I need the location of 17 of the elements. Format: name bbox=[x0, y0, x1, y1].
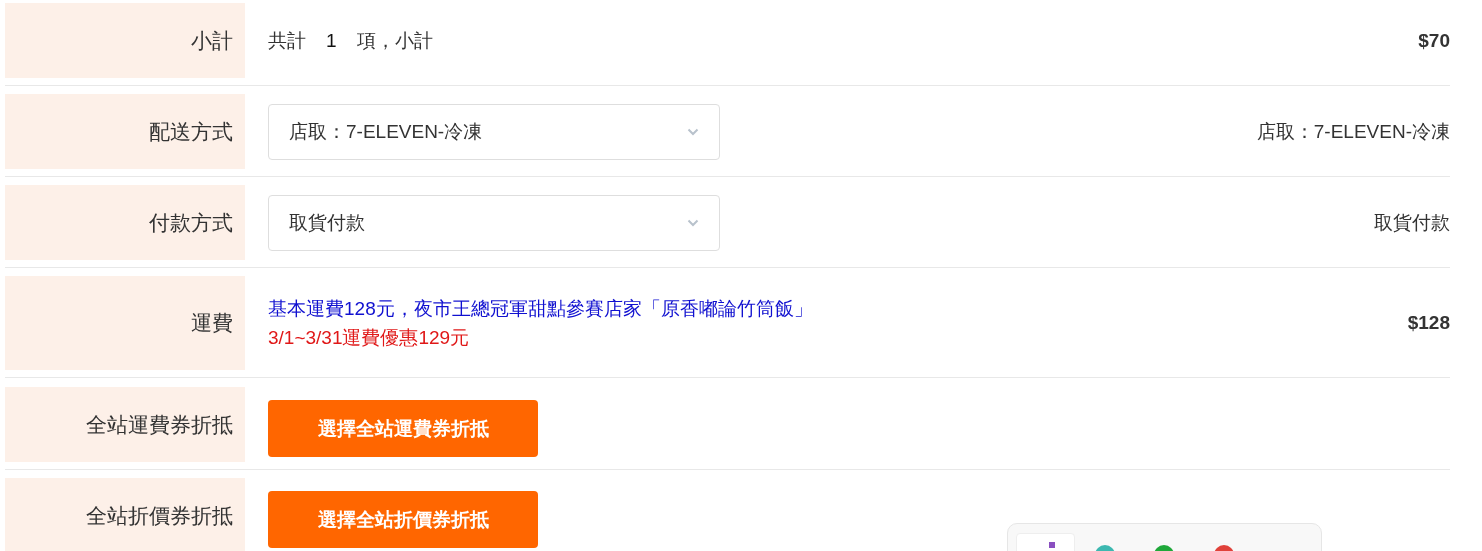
subtotal-text: 項，小計 bbox=[356, 28, 433, 53]
item-count: 1 bbox=[326, 29, 337, 52]
shipping-note: 基本運費128元，夜市王總冠軍甜點參賽店家「原香嘟論竹筒飯」 bbox=[268, 297, 814, 321]
row-label: 全站折價券折抵 bbox=[5, 478, 245, 551]
promo-text: 3/1~3/31運費優惠129元 bbox=[268, 326, 471, 350]
row-label: 運費 bbox=[5, 276, 245, 370]
row-value: $70 bbox=[1418, 29, 1450, 52]
row-label: 付款方式 bbox=[5, 185, 245, 260]
select-field[interactable]: 店取：7-ELEVEN-冷凍 bbox=[268, 103, 720, 160]
row-value: $128 bbox=[1407, 312, 1450, 334]
row-label: 小計 bbox=[5, 3, 245, 78]
row-value: 取貨付款 bbox=[1374, 210, 1450, 235]
row-label: 配送方式 bbox=[5, 94, 245, 169]
row-label: 全站運費券折抵 bbox=[5, 387, 245, 462]
row-value: 店取：7-ELEVEN-冷凍 bbox=[1256, 119, 1450, 144]
subtotal-text: 共計 bbox=[268, 28, 306, 53]
select-field[interactable]: 取貨付款 bbox=[268, 194, 720, 251]
